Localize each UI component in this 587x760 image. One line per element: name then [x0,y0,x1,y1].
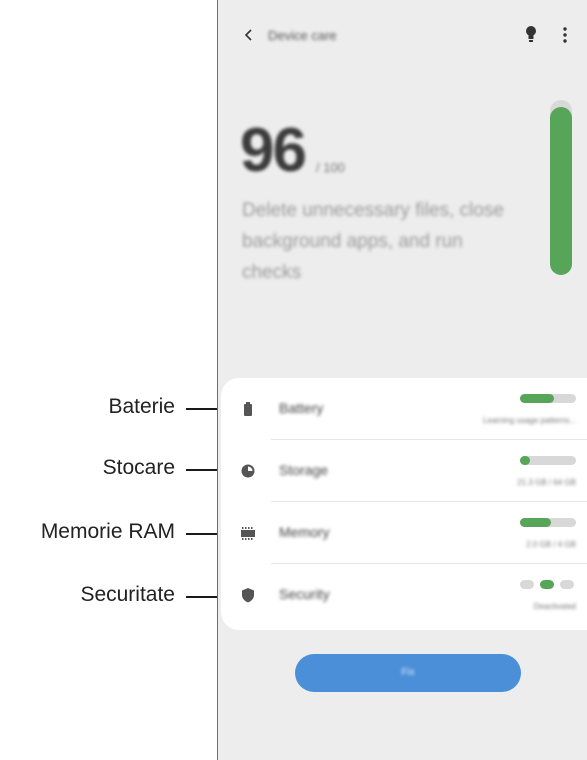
list-item-subtext: 21.3 GB / 64 GB [517,478,576,487]
progress-bar-fill [520,456,531,465]
lightbulb-icon[interactable] [525,25,537,43]
progress-bar [520,394,576,403]
list-item-subtext: Learning usage patterns... [483,416,576,425]
storage-pie-icon [241,464,255,478]
device-care-card: Battery Learning usage patterns... Stora… [221,378,587,630]
status-dot-active [540,580,554,589]
score-value: 96 [240,116,307,185]
list-item-label: Memory [279,524,330,540]
callout-label-stocare: Stocare [102,456,175,479]
battery-icon [244,402,252,416]
list-item-subtext: Deactivated [533,602,576,611]
chevron-left-icon[interactable] [242,28,256,42]
callout-label-memorie-ram: Memorie RAM [40,520,175,543]
list-item-storage[interactable]: Storage 21.3 GB / 64 GB [221,440,587,502]
progress-bar-fill [520,394,554,403]
security-status-indicator [520,579,576,590]
score-bar-fill [550,107,572,275]
progress-bar [520,518,576,527]
list-item-memory[interactable]: Memory 2.0 GB / 4 GB [221,502,587,564]
progress-bar [520,456,576,465]
callout-label-baterie: Baterie [108,395,175,418]
callout-label-securitate: Securitate [80,583,175,606]
score-bar [550,100,572,275]
fix-button[interactable]: Fix [295,654,521,692]
list-item-label: Storage [279,462,329,478]
page-title: Device care [268,28,337,43]
shield-icon [242,588,254,603]
list-item-subtext: 2.0 GB / 4 GB [526,540,576,549]
fix-button-label: Fix [401,667,415,678]
more-vertical-icon[interactable] [562,26,568,44]
list-item-battery[interactable]: Battery Learning usage patterns... [221,378,587,440]
list-item-label: Battery [279,400,324,416]
status-dot [520,580,534,589]
list-item-label: Security [279,586,330,602]
list-item-security[interactable]: Security Deactivated [221,564,587,626]
status-dot [560,580,574,589]
memory-chip-icon [241,527,255,540]
app-bar: Device care [218,0,587,70]
score-total: / 100 [316,160,345,175]
phone-screen: Device care 96 / 100 Delete unnecessary … [217,0,587,760]
progress-bar-fill [520,518,551,527]
score-description: Delete unnecessary files, close backgrou… [242,200,504,283]
